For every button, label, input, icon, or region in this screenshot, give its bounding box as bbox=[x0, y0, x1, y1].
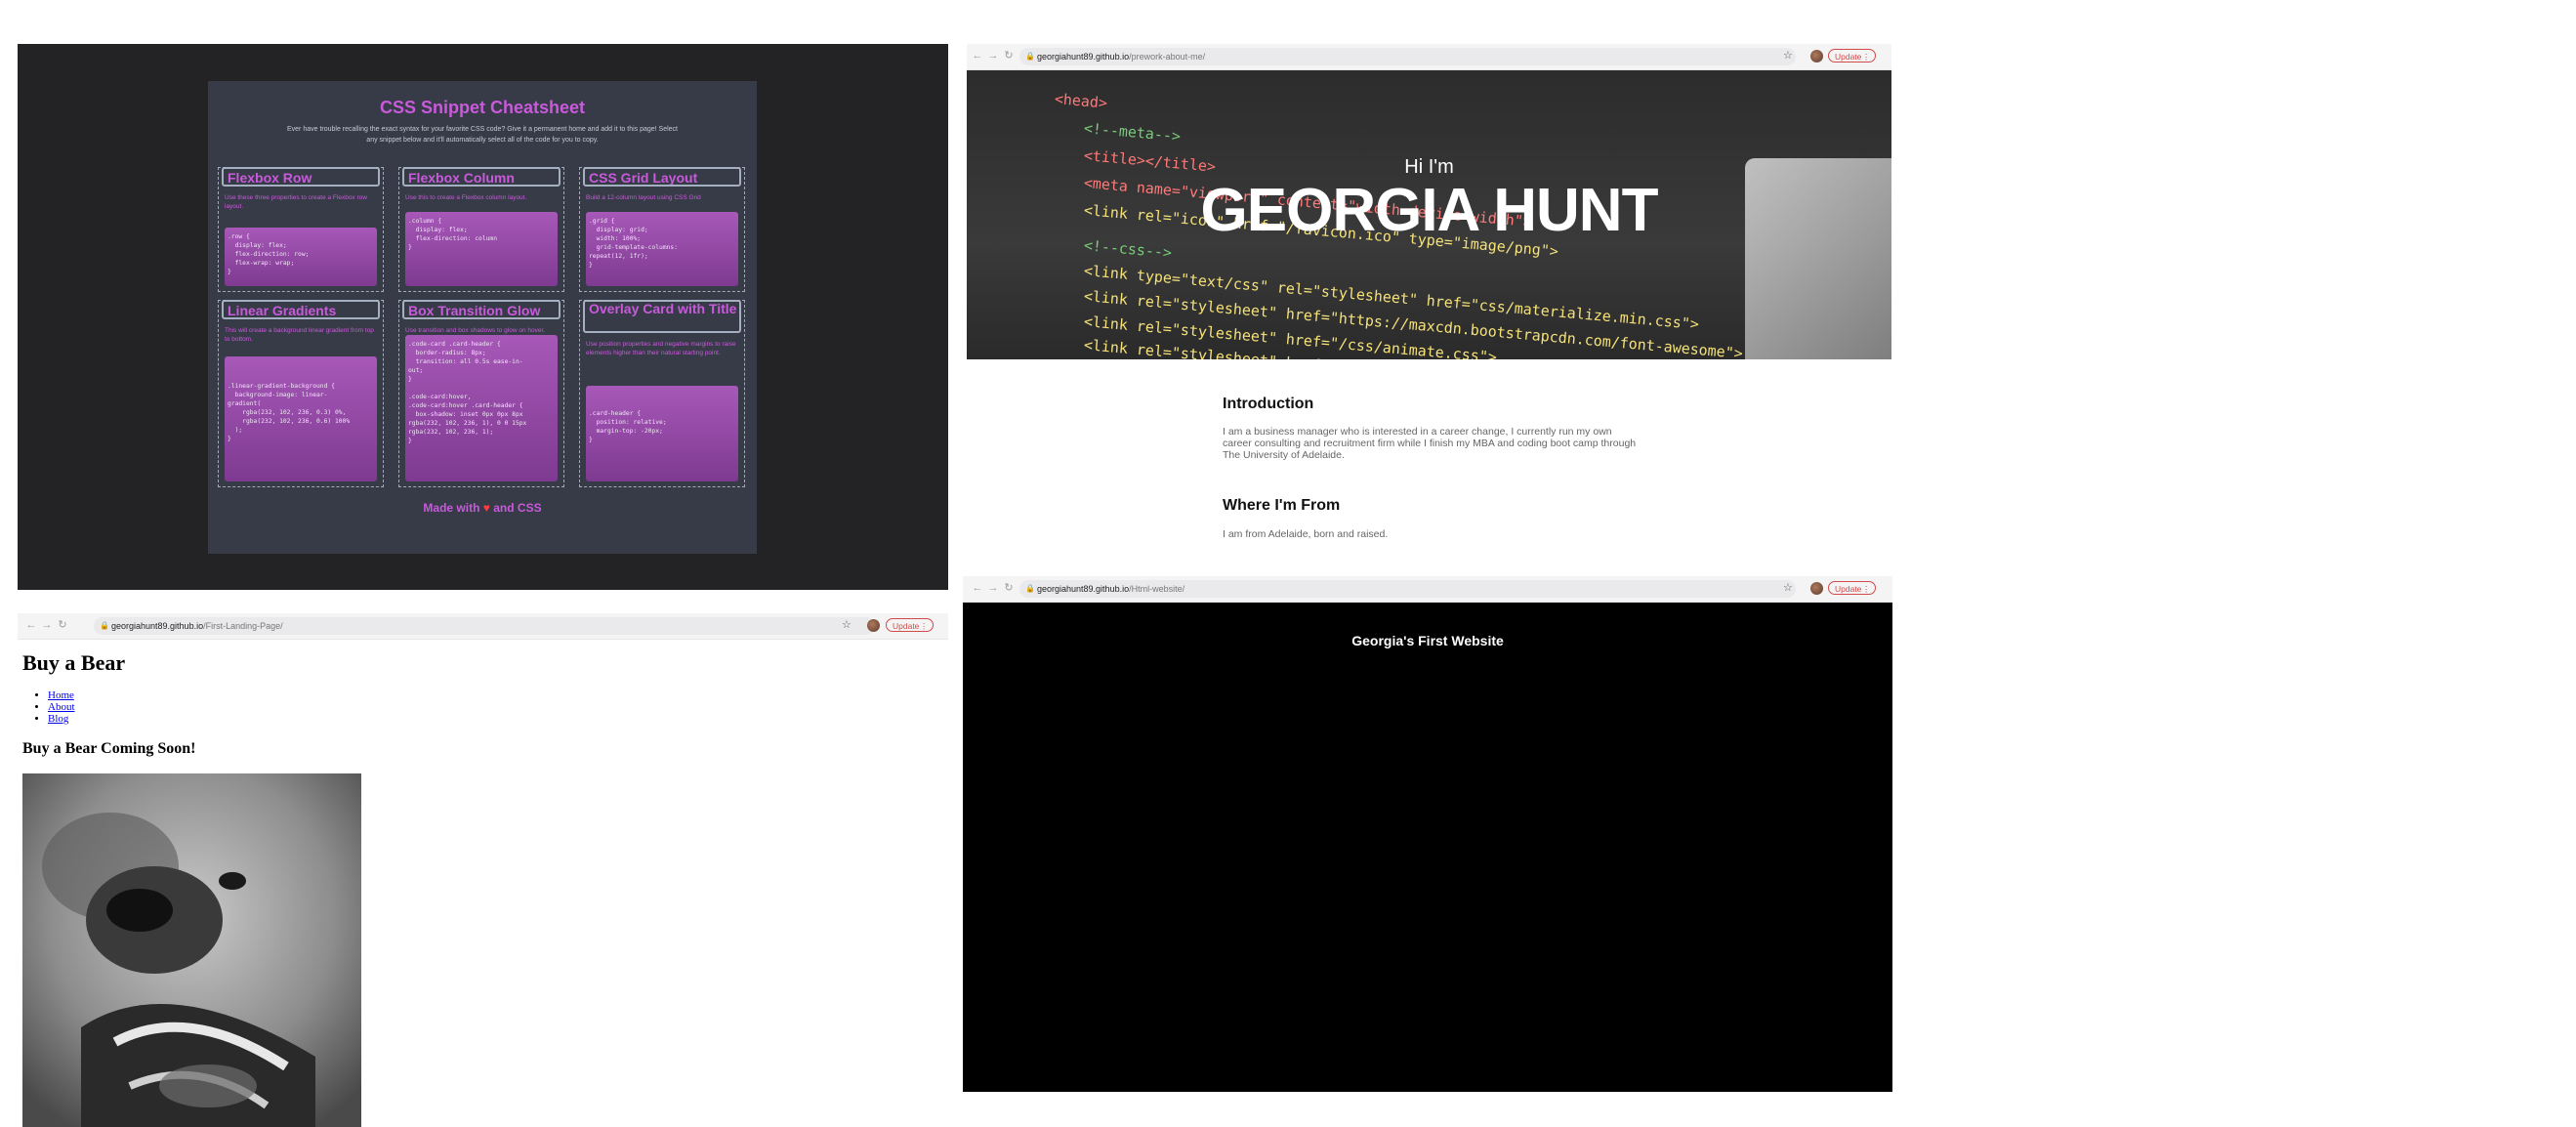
section-text: I am a business manager who is intereste… bbox=[1223, 426, 1637, 461]
code-snippet[interactable]: .grid { display: grid; width: 100%; grid… bbox=[586, 212, 738, 286]
card-description: Build a 12-column layout using CSS Grid bbox=[586, 194, 701, 201]
card-header: Overlay Card with Title bbox=[583, 300, 741, 333]
more-icon: ⋮ bbox=[1861, 52, 1871, 62]
address-bar[interactable]: 🔒 georgiahunt89.github.io/First-Landing-P… bbox=[94, 617, 875, 635]
lock-icon: 🔒 bbox=[100, 621, 109, 630]
hero-banner: <head> <!--meta--> <title></title> <meta… bbox=[967, 70, 1891, 359]
card-header: Linear Gradients bbox=[222, 300, 380, 319]
page-title: CSS Snippet Cheatsheet bbox=[379, 98, 586, 117]
forward-icon[interactable]: → bbox=[40, 618, 54, 632]
card-description: Use transition and box shadows to glow o… bbox=[405, 327, 546, 334]
card-description: Use position properties and negative mar… bbox=[586, 341, 736, 356]
code-card[interactable]: CSS Grid Layout Build a 12-column layout… bbox=[579, 167, 745, 292]
card-description: Use these three properties to create a F… bbox=[225, 194, 367, 210]
nav-item: About bbox=[48, 701, 75, 713]
section-heading: Where I'm From bbox=[1223, 497, 1341, 514]
card-header: Box Transition Glow bbox=[402, 300, 561, 319]
nav-list: Home About Blog bbox=[48, 689, 75, 725]
card-header: Flexbox Column bbox=[402, 167, 561, 187]
back-icon[interactable]: ← bbox=[971, 49, 984, 63]
card-header: CSS Grid Layout bbox=[583, 167, 741, 187]
back-icon[interactable]: ← bbox=[971, 581, 984, 595]
cheatsheet-page: CSS Snippet Cheatsheet Ever have trouble… bbox=[208, 81, 757, 554]
page-title: Georgia's First Website bbox=[1351, 633, 1504, 648]
star-icon[interactable]: ☆ bbox=[842, 618, 852, 632]
hero-name: GEORGIA HUNT bbox=[1200, 177, 1659, 244]
profile-avatar[interactable] bbox=[1810, 582, 1823, 595]
background-code: <head> bbox=[1054, 90, 1108, 112]
url-path: /prework-about-me/ bbox=[1129, 52, 1206, 62]
section-heading: Introduction bbox=[1223, 396, 1314, 412]
more-icon: ⋮ bbox=[919, 621, 929, 631]
reload-icon[interactable]: ↻ bbox=[1002, 581, 1016, 595]
address-bar[interactable]: 🔒 georgiahunt89.github.io/Html-website/ bbox=[1019, 580, 1796, 598]
update-button[interactable]: Update ⋮ bbox=[1828, 49, 1877, 63]
nav-link-home[interactable]: Home bbox=[48, 689, 74, 701]
landing-page-screenshot: ← → ↻ 🔒 georgiahunt89.github.io/First-Lan… bbox=[18, 613, 948, 1127]
section-text: I am from Adelaide, born and raised. bbox=[1223, 528, 1389, 540]
update-label: Update bbox=[1835, 584, 1862, 594]
footer-text: and CSS bbox=[493, 501, 542, 515]
profile-avatar[interactable] bbox=[867, 619, 880, 632]
section-heading: Buy a Bear Coming Soon! bbox=[22, 740, 196, 757]
background-code: <!--meta--> bbox=[1083, 119, 1182, 146]
code-card[interactable]: Box Transition Glow Use transition and b… bbox=[398, 300, 564, 487]
card-description: This will create a background linear gra… bbox=[225, 327, 374, 343]
update-label: Update bbox=[893, 621, 920, 631]
nav-link-blog[interactable]: Blog bbox=[48, 713, 68, 725]
reload-icon[interactable]: ↻ bbox=[1002, 49, 1016, 63]
url-path: /Html-website/ bbox=[1129, 584, 1185, 594]
card-description: Use this to create a Flexbox column layo… bbox=[405, 194, 527, 201]
lock-icon: 🔒 bbox=[1025, 584, 1035, 593]
more-icon: ⋮ bbox=[1861, 584, 1871, 594]
update-label: Update bbox=[1835, 52, 1862, 62]
code-card[interactable]: Linear Gradients This will create a back… bbox=[218, 300, 384, 487]
about-me-screenshot: ← → ↻ 🔒 georgiahunt89.github.io/prework-a… bbox=[967, 44, 1891, 553]
profile-avatar[interactable] bbox=[1810, 50, 1823, 63]
address-bar[interactable]: 🔒 georgiahunt89.github.io/prework-about-m… bbox=[1019, 48, 1796, 65]
star-icon[interactable]: ☆ bbox=[1783, 49, 1793, 63]
url-host: georgiahunt89.github.io bbox=[111, 621, 204, 631]
nav-link-about[interactable]: About bbox=[48, 701, 75, 713]
card-header: Flexbox Row bbox=[222, 167, 380, 187]
code-snippet[interactable]: .code-card .card-header { border-radius:… bbox=[405, 335, 558, 481]
heart-icon: ♥ bbox=[482, 501, 490, 515]
code-snippet[interactable]: .row { display: flex; flex-direction: ro… bbox=[225, 228, 377, 286]
cheatsheet-screenshot: CSS Snippet Cheatsheet Ever have trouble… bbox=[18, 44, 948, 590]
nav-item: Home bbox=[48, 689, 75, 701]
update-button[interactable]: Update ⋮ bbox=[886, 618, 935, 632]
code-card[interactable]: Flexbox Column Use this to create a Flex… bbox=[398, 167, 564, 292]
code-card[interactable]: Overlay Card with Title Use position pro… bbox=[579, 300, 745, 487]
page-title: Buy a Bear bbox=[22, 650, 126, 675]
browser-toolbar: ← → ↻ 🔒 georgiahunt89.github.io/Html-webs… bbox=[963, 576, 1892, 603]
url-path: /First-Landing-Page/ bbox=[203, 621, 283, 631]
page-subtitle: Ever have trouble recalling the exact sy… bbox=[287, 126, 678, 144]
browser-toolbar: ← → ↻ 🔒 georgiahunt89.github.io/prework-a… bbox=[967, 44, 1891, 70]
page-footer: Made with ♥ and CSS bbox=[208, 501, 757, 515]
forward-icon[interactable]: → bbox=[986, 581, 1000, 595]
url-host: georgiahunt89.github.io bbox=[1037, 584, 1130, 594]
lock-icon: 🔒 bbox=[1025, 52, 1035, 61]
browser-toolbar: ← → ↻ 🔒 georgiahunt89.github.io/First-Lan… bbox=[18, 613, 948, 640]
first-website-screenshot: ← → ↻ 🔒 georgiahunt89.github.io/Html-webs… bbox=[963, 576, 1892, 1092]
code-snippet[interactable]: .column { display: flex; flex-direction:… bbox=[405, 212, 558, 286]
star-icon[interactable]: ☆ bbox=[1783, 581, 1793, 595]
code-snippet[interactable]: .card-header { position: relative; margi… bbox=[586, 386, 738, 481]
bear-illustration bbox=[22, 773, 361, 1127]
update-button[interactable]: Update ⋮ bbox=[1828, 581, 1877, 595]
code-snippet[interactable]: .linear-gradient-background { background… bbox=[225, 356, 377, 481]
reload-icon[interactable]: ↻ bbox=[56, 618, 69, 632]
footer-text: Made with bbox=[423, 501, 480, 515]
back-icon[interactable]: ← bbox=[24, 618, 38, 632]
bear-photo bbox=[22, 773, 361, 1127]
url-host: georgiahunt89.github.io bbox=[1037, 52, 1130, 62]
nav-item: Blog bbox=[48, 713, 75, 725]
code-card[interactable]: Flexbox Row Use these three properties t… bbox=[218, 167, 384, 292]
forward-icon[interactable]: → bbox=[986, 49, 1000, 63]
